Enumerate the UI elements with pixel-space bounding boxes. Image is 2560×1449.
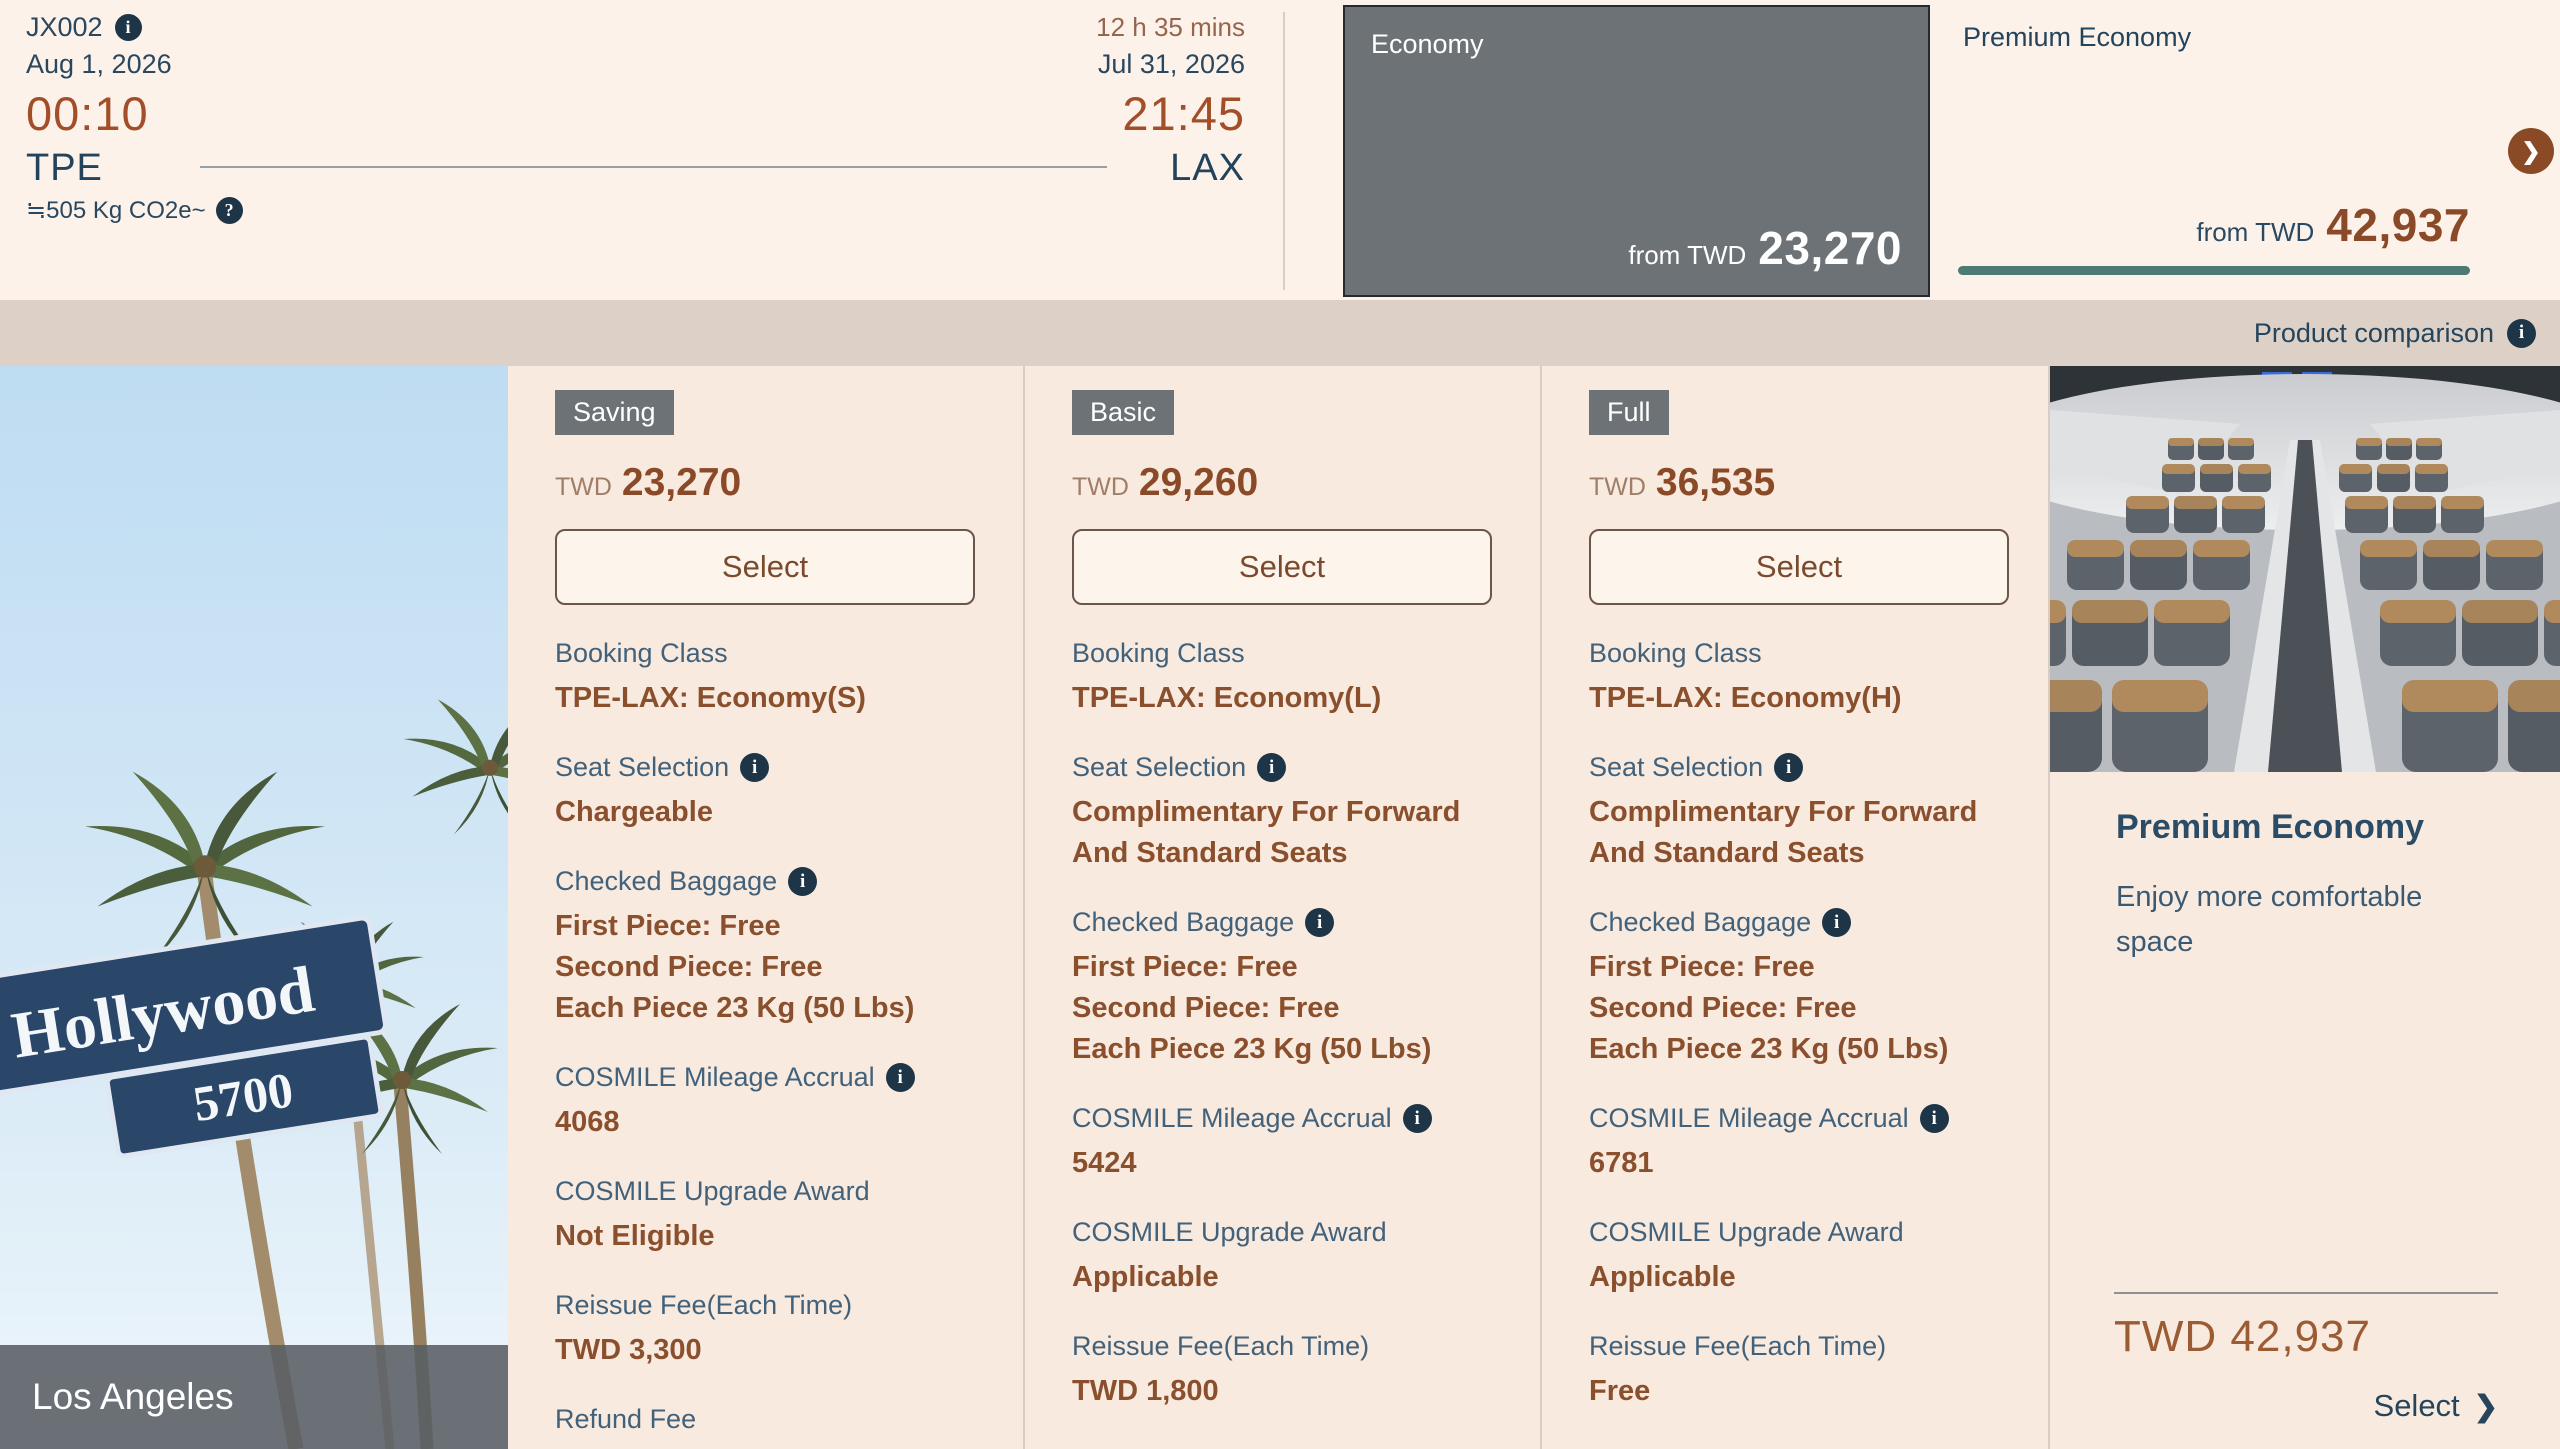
carousel-indicator-bar bbox=[1958, 266, 2470, 275]
reissue-fee-row: Reissue Fee(Each Time) TWD 1,800 bbox=[1072, 1331, 1504, 1412]
info-icon[interactable]: i bbox=[1403, 1104, 1432, 1133]
info-icon[interactable]: i bbox=[1774, 753, 1803, 782]
refund-fee-row: Refund Fee TWD 1,500 bbox=[1589, 1445, 2012, 1449]
seat-selection-row: Seat Selection i Chargeable bbox=[555, 752, 987, 833]
seat-selection-row: Seat Selection i Complimentary For Forwa… bbox=[1589, 752, 2012, 874]
origin-airport-code: TPE bbox=[26, 147, 243, 190]
fare-price: TWD 36,535 bbox=[1589, 461, 2012, 505]
checked-baggage-row: Checked Baggage i First Piece: Free Seco… bbox=[1072, 907, 1504, 1070]
fare-card-full: Full TWD 36,535 Select Booking Class TPE… bbox=[1542, 366, 2050, 1449]
refund-fee-row: Refund Fee TWD 8,000 bbox=[555, 1404, 987, 1449]
premium-economy-preview-panel: Premium Economy Enjoy more comfortable s… bbox=[2050, 366, 2560, 1449]
mileage-accrual-row: COSMILE Mileage Accrual i 4068 bbox=[555, 1062, 987, 1143]
arrival-time: 21:45 bbox=[1096, 86, 1245, 141]
fare-price: TWD 29,260 bbox=[1072, 461, 1504, 505]
destination-city-caption: Los Angeles bbox=[0, 1345, 508, 1449]
fare-badge: Basic bbox=[1072, 390, 1174, 435]
mileage-accrual-row: COSMILE Mileage Accrual i 5424 bbox=[1072, 1103, 1504, 1184]
select-basic-button[interactable]: Select bbox=[1072, 529, 1492, 605]
departure-date: Aug 1, 2026 bbox=[26, 49, 243, 80]
tab-premium-economy[interactable]: Premium Economy ❯ from TWD 42,937 bbox=[1950, 0, 2560, 300]
select-premium-economy-link[interactable]: Select ❯ bbox=[2374, 1388, 2498, 1424]
departure-time: 00:10 bbox=[26, 86, 243, 141]
premium-panel-divider bbox=[2114, 1292, 2498, 1294]
premium-economy-cabin-image bbox=[2050, 366, 2560, 772]
info-icon[interactable]: i bbox=[1920, 1104, 1949, 1133]
flight-header: JX002 i Aug 1, 2026 00:10 TPE ≒505 Kg CO… bbox=[0, 0, 2560, 300]
fare-selection-page: JX002 i Aug 1, 2026 00:10 TPE ≒505 Kg CO… bbox=[0, 0, 2560, 1449]
arrival-date: Jul 31, 2026 bbox=[1096, 49, 1245, 80]
mileage-accrual-row: COSMILE Mileage Accrual i 6781 bbox=[1589, 1103, 2012, 1184]
fare-price: TWD 23,270 bbox=[555, 461, 987, 505]
departure-block: JX002 i Aug 1, 2026 00:10 TPE ≒505 Kg CO… bbox=[26, 12, 243, 225]
upgrade-award-row: COSMILE Upgrade Award Applicable bbox=[1072, 1217, 1504, 1298]
checked-baggage-row: Checked Baggage i First Piece: Free Seco… bbox=[555, 866, 987, 1029]
fare-comparison-area: Hollywood 5700 Los Angeles Saving TWD 23… bbox=[0, 366, 2560, 1449]
select-full-button[interactable]: Select bbox=[1589, 529, 2009, 605]
info-icon[interactable]: i bbox=[1822, 908, 1851, 937]
chevron-right-icon: ❯ bbox=[2521, 138, 2540, 165]
upgrade-award-row: COSMILE Upgrade Award Applicable bbox=[1589, 1217, 2012, 1298]
co2-estimate: ≒505 Kg CO2e~ bbox=[26, 196, 206, 225]
product-comparison-bar: Product comparison i bbox=[0, 300, 2560, 366]
next-cabin-arrow-button[interactable]: ❯ bbox=[2508, 128, 2554, 174]
premium-from-price: from TWD 42,937 bbox=[2196, 198, 2470, 252]
flight-number: JX002 bbox=[26, 12, 103, 43]
premium-panel-price: TWD 42,937 bbox=[2114, 1312, 2371, 1362]
fare-badge: Saving bbox=[555, 390, 674, 435]
booking-class-row: Booking Class TPE-LAX: Economy(L) bbox=[1072, 638, 1504, 719]
chevron-right-icon: ❯ bbox=[2474, 1389, 2498, 1424]
info-icon[interactable]: i bbox=[1305, 908, 1334, 937]
fare-badge: Full bbox=[1589, 390, 1669, 435]
economy-tab-label: Economy bbox=[1371, 29, 1484, 60]
reissue-fee-row: Reissue Fee(Each Time) TWD 3,300 bbox=[555, 1290, 987, 1371]
premium-tab-label: Premium Economy bbox=[1963, 22, 2191, 53]
checked-baggage-row: Checked Baggage i First Piece: Free Seco… bbox=[1589, 907, 2012, 1070]
header-divider bbox=[1283, 12, 1285, 290]
booking-class-row: Booking Class TPE-LAX: Economy(H) bbox=[1589, 638, 2012, 719]
destination-airport-code: LAX bbox=[1096, 147, 1245, 190]
tab-economy[interactable]: Economy from TWD 23,270 bbox=[1343, 5, 1930, 297]
info-icon[interactable]: i bbox=[740, 753, 769, 782]
upgrade-award-row: COSMILE Upgrade Award Not Eligible bbox=[555, 1176, 987, 1257]
reissue-fee-row: Reissue Fee(Each Time) Free bbox=[1589, 1331, 2012, 1412]
select-saving-button[interactable]: Select bbox=[555, 529, 975, 605]
product-comparison-info-icon[interactable]: i bbox=[2507, 319, 2536, 348]
flight-path-line bbox=[200, 166, 1107, 168]
premium-panel-title: Premium Economy bbox=[2116, 808, 2560, 847]
seat-selection-row: Seat Selection i Complimentary For Forwa… bbox=[1072, 752, 1504, 874]
info-icon[interactable]: i bbox=[788, 867, 817, 896]
booking-class-row: Booking Class TPE-LAX: Economy(S) bbox=[555, 638, 987, 719]
fare-card-basic: Basic TWD 29,260 Select Booking Class TP… bbox=[1025, 366, 1542, 1449]
los-angeles-photo: Hollywood 5700 bbox=[0, 366, 508, 1449]
flight-duration: 12 h 35 mins bbox=[1096, 12, 1245, 43]
destination-photo-card: Hollywood 5700 Los Angeles bbox=[0, 366, 508, 1449]
arrival-block: 12 h 35 mins Jul 31, 2026 21:45 LAX bbox=[1096, 12, 1245, 190]
flight-info-icon[interactable]: i bbox=[115, 14, 142, 41]
co2-help-icon[interactable]: ? bbox=[216, 197, 243, 224]
fare-card-saving: Saving TWD 23,270 Select Booking Class T… bbox=[508, 366, 1025, 1449]
refund-fee-row: Refund Fee TWD 5,000 bbox=[1072, 1445, 1504, 1449]
info-icon[interactable]: i bbox=[1257, 753, 1286, 782]
economy-from-price: from TWD 23,270 bbox=[1628, 221, 1902, 275]
premium-panel-description: Enjoy more comfortable space bbox=[2116, 875, 2446, 965]
info-icon[interactable]: i bbox=[886, 1063, 915, 1092]
product-comparison-label: Product comparison bbox=[2254, 318, 2494, 349]
